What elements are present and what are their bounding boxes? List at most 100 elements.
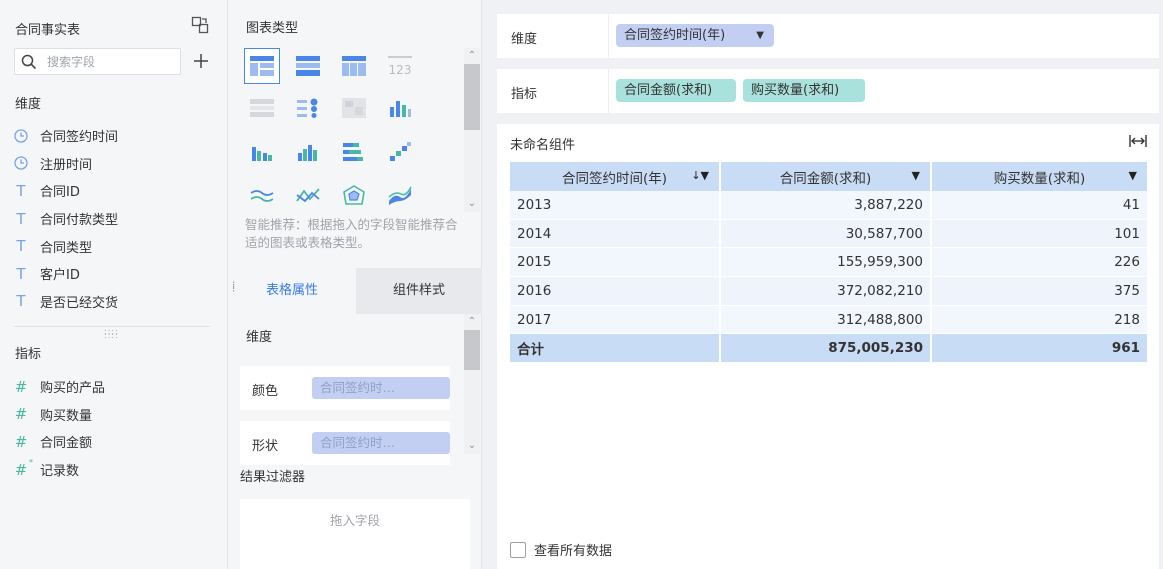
shape-attr-row: 形状 合同签约时… [240, 421, 450, 465]
shape-field-pill[interactable]: 合同签约时… [312, 432, 450, 454]
total-row: 合计 875,005,230 961 [510, 334, 1147, 364]
filter-icon[interactable]: ▼ [756, 24, 764, 47]
field-item-delivered[interactable]: T 是否已经交货 [14, 288, 214, 316]
chart-type-kpi-number-icon[interactable]: 123 [382, 48, 418, 84]
field-item-purchase-quantity[interactable]: # 购买数量 [14, 401, 214, 429]
property-tabs: 表格属性 组件样式 ⁝ ⁝ [228, 268, 482, 314]
total-amount: 875,005,230 [721, 334, 932, 364]
chart-type-table-gray-icon[interactable] [244, 90, 280, 126]
cell-amount: 30,587,700 [721, 219, 932, 249]
chart-type-stacked-horizontal-icon[interactable] [336, 134, 372, 170]
measure-chip-quantity[interactable]: 购买数量(求和) [743, 79, 865, 102]
widget-title[interactable]: 未命名组件 [510, 134, 575, 153]
cell-amount: 312,488,800 [721, 305, 932, 335]
table-row: 2016 372,082,210 375 [510, 277, 1147, 306]
chart-type-heatmap-icon[interactable] [336, 90, 372, 126]
chart-type-title: 图表类型 [246, 21, 299, 36]
cell-year: 2014 [510, 219, 721, 249]
cell-amount: 155,959,300 [721, 248, 932, 278]
field-item-payment-type[interactable]: T 合同付款类型 [14, 205, 214, 233]
chart-type-grouped-table-icon[interactable] [244, 48, 280, 84]
chart-type-bar-icon[interactable] [290, 134, 326, 170]
view-all-data-toggle[interactable]: 查看所有数据 [510, 540, 612, 559]
field-item-contract-id[interactable]: T 合同ID [14, 177, 214, 205]
view-all-checkbox[interactable] [510, 541, 526, 558]
sort-icon[interactable]: ↓▼ [691, 169, 709, 182]
column-header-amount[interactable]: 合同金额(求和) ▼ [721, 162, 932, 191]
chevron-up-icon[interactable]: ⌃ [464, 316, 480, 328]
field-item-purchased-product[interactable]: # 购买的产品 [14, 373, 214, 401]
cell-year: 2013 [510, 191, 721, 220]
chart-type-multi-line-icon[interactable] [244, 178, 280, 214]
field-search[interactable] [14, 48, 181, 75]
cell-quantity: 375 [932, 277, 1147, 306]
shape-label: 形状 [252, 439, 279, 454]
field-label: 是否已经交货 [40, 295, 119, 311]
drag-handle-icon[interactable]: ⁝ ⁝ [232, 281, 235, 295]
chart-type-detail-table-icon[interactable] [290, 48, 326, 84]
filter-drop-zone[interactable]: 拖入字段 [240, 499, 470, 569]
column-header-quantity[interactable]: 购买数量(求和) ▼ [932, 162, 1147, 191]
chart-type-radar-icon[interactable] [336, 178, 372, 214]
svg-text:123: 123 [389, 63, 412, 77]
dimension-section-header: 维度 [15, 97, 42, 112]
tab-table-properties[interactable]: 表格属性 [228, 268, 356, 314]
chevron-down-icon[interactable]: ⌄ [464, 440, 480, 452]
number-type-icon: # [14, 377, 28, 396]
cell-quantity: 41 [932, 191, 1147, 220]
attribute-scrollbar[interactable]: ⌃ ⌄ [464, 314, 480, 454]
measure-well[interactable]: 指标 合同金额(求和) 购买数量(求和) [497, 69, 1159, 113]
field-item-contract-amount[interactable]: # 合同金额 [14, 428, 214, 456]
measure-chip-amount[interactable]: 合同金额(求和) [616, 79, 736, 102]
chart-type-dot-table-icon[interactable] [290, 90, 326, 126]
canvas-area: 维度 合同签约时间(年) ▼ 指标 合同金额(求和) 购买数量(求和) 未命名组… [483, 0, 1163, 569]
chart-type-area-icon[interactable] [382, 178, 418, 214]
view-all-label: 查看所有数据 [534, 544, 613, 559]
search-input[interactable] [47, 53, 172, 71]
add-field-button[interactable] [192, 52, 210, 70]
color-field-pill[interactable]: 合同签约时… [312, 377, 450, 399]
field-item-contract-sign-time[interactable]: 合同签约时间 [14, 122, 214, 150]
table-row: 2015 155,959,300 226 [510, 248, 1147, 278]
switch-dataset-icon[interactable] [191, 16, 209, 34]
measure-field-list: # 购买的产品 # 购买数量 # 合同金额 # * 记录数 [14, 373, 214, 483]
chart-type-waterfall-icon[interactable] [382, 90, 418, 126]
column-header-year[interactable]: 合同签约时间(年) ↓▼ [510, 162, 721, 191]
cell-year: 2016 [510, 277, 721, 306]
dropdown-icon[interactable]: ▼ [1129, 169, 1137, 182]
dimension-chip[interactable]: 合同签约时间(年) ▼ [616, 24, 774, 47]
field-item-register-time[interactable]: 注册时间 [14, 150, 214, 178]
config-panel: 图表类型 123 ⌃ ⌄ 智能推荐：根据拖入的字段智能推荐合适的图表或表格类型。… [228, 0, 482, 569]
well-divider [608, 14, 609, 58]
chart-type-step-icon[interactable] [382, 134, 418, 170]
field-item-contract-type[interactable]: T 合同类型 [14, 232, 214, 260]
chart-type-cross-table-icon[interactable] [336, 48, 372, 84]
chevron-up-icon[interactable]: ⌃ [464, 50, 480, 62]
clock-icon [14, 156, 40, 171]
expand-width-icon[interactable] [1129, 134, 1147, 152]
resize-handle[interactable]: :::::::: [104, 328, 119, 340]
scrollbar-thumb[interactable] [464, 330, 480, 370]
chart-type-grouped-bar-icon[interactable] [244, 134, 280, 170]
tab-component-style[interactable]: 组件样式 [356, 268, 482, 314]
cell-quantity: 218 [932, 306, 1147, 335]
field-label: 购买数量 [40, 408, 93, 424]
number-calc-icon: # * [14, 457, 33, 479]
chart-type-scrollbar[interactable]: ⌃ ⌄ [464, 48, 480, 212]
field-label: 合同ID [40, 185, 80, 201]
field-item-customer-id[interactable]: T 客户ID [14, 260, 214, 288]
field-label: 记录数 [40, 464, 80, 480]
field-item-record-count[interactable]: # * 记录数 [14, 456, 214, 484]
chart-type-line-icon[interactable] [290, 178, 326, 214]
well-divider [608, 69, 609, 113]
scrollbar-thumb[interactable] [464, 64, 480, 130]
color-attr-row: 颜色 合同签约时… [240, 366, 450, 410]
chevron-down-icon[interactable]: ⌄ [464, 198, 480, 210]
dimension-well[interactable]: 维度 合同签约时间(年) ▼ [497, 14, 1159, 58]
dimension-field-list: 合同签约时间 注册时间 T 合同ID T 合同付款类型 T 合同类型 T 客户I… [14, 122, 214, 315]
color-label: 颜色 [252, 384, 279, 399]
dropdown-icon[interactable]: ▼ [912, 169, 920, 182]
text-type-icon: T [16, 209, 26, 228]
dimension-well-label: 维度 [511, 32, 538, 47]
table-row: 2017 312,488,800 218 [510, 305, 1147, 335]
